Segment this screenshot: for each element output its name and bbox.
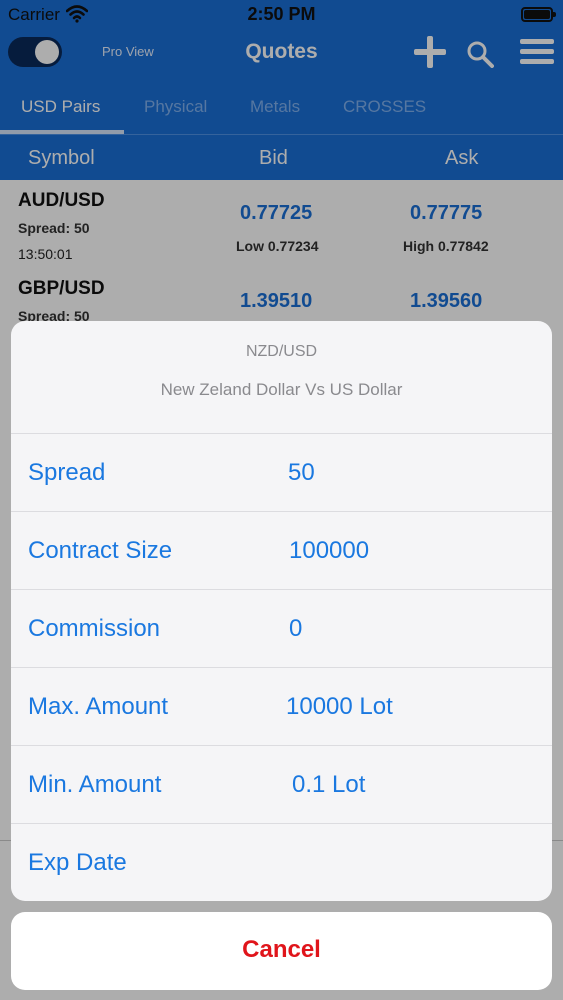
- row-label: Exp Date: [28, 849, 127, 876]
- sheet-row-max-amount[interactable]: Max. Amount 10000 Lot: [11, 667, 552, 745]
- row-label: Spread: [28, 459, 106, 486]
- sheet-row-min-amount[interactable]: Min. Amount 0.1 Lot: [11, 745, 552, 823]
- row-value: 10000 Lot: [286, 693, 393, 720]
- sheet-row-spread[interactable]: Spread 50: [11, 433, 552, 511]
- sheet-row-commission[interactable]: Commission 0: [11, 589, 552, 667]
- row-label: Max. Amount: [28, 693, 169, 720]
- row-value: 100000: [289, 537, 370, 564]
- action-sheet: NZD/USD New Zeland Dollar Vs US Dollar S…: [11, 321, 552, 901]
- row-value: 50: [288, 459, 315, 486]
- sheet-title: NZD/USD: [245, 343, 318, 360]
- row-value: 0: [289, 615, 303, 642]
- row-label: Min. Amount: [28, 771, 162, 798]
- sheet-row-contract-size[interactable]: Contract Size 100000: [11, 511, 552, 589]
- sheet-subtitle: New Zeland Dollar Vs US Dollar: [160, 380, 403, 399]
- cancel-label: Cancel: [242, 936, 321, 963]
- row-label: Commission: [28, 615, 161, 642]
- row-value: 0.1 Lot: [292, 771, 366, 798]
- cancel-button[interactable]: Cancel: [11, 912, 552, 990]
- sheet-row-exp-date[interactable]: Exp Date: [11, 823, 552, 901]
- row-label: Contract Size: [28, 537, 173, 564]
